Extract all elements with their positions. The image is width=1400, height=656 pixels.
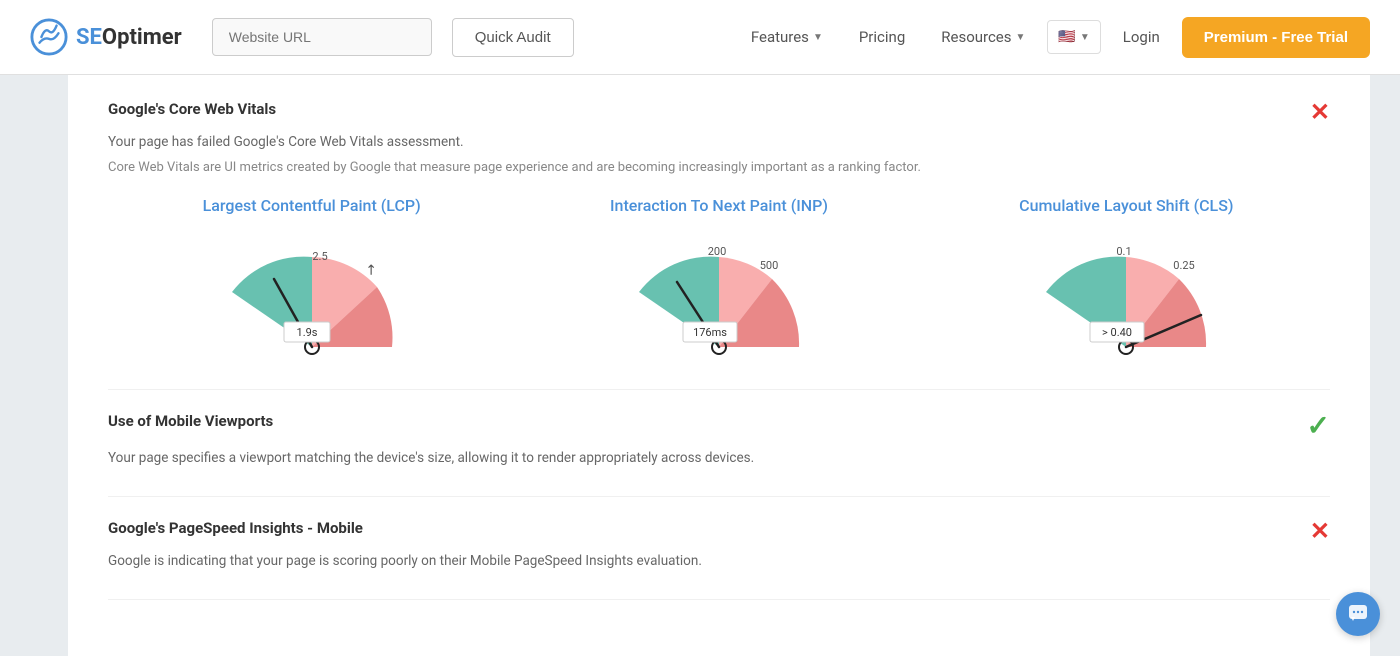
main-content: Google's Core Web Vitals ✕ Your page has… [68,75,1370,656]
core-web-vitals-section: Google's Core Web Vitals ✕ Your page has… [108,100,1330,390]
section-header: Google's Core Web Vitals ✕ [108,100,1330,124]
flag-dropdown-arrow: ▼ [1080,32,1090,43]
gauges-row: Largest Contentful Paint (LCP) 2.5 [108,196,1330,367]
quick-audit-button[interactable]: Quick Audit [452,18,574,57]
inp-title: Interaction To Next Paint (INP) [610,196,828,215]
nav-pricing[interactable]: Pricing [845,20,919,54]
page-layout: Google's Core Web Vitals ✕ Your page has… [0,75,1400,656]
svg-text:0.25: 0.25 [1174,259,1195,272]
lcp-svg: 2.5 1.9s ↗ [202,227,422,367]
cwv-info: Core Web Vitals are UI metrics created b… [108,158,1330,178]
svg-text:1.9s: 1.9s [296,326,317,339]
resources-dropdown-arrow: ▼ [1016,32,1026,43]
svg-text:176ms: 176ms [693,326,727,339]
logo[interactable]: SEOptimer [30,18,182,56]
section-title-mv: Use of Mobile Viewports [108,412,273,430]
mv-status-pass-icon: ✓ [1307,412,1330,440]
cls-gauge: Cumulative Layout Shift (CLS) 0.1 [976,196,1276,367]
mobile-section-header: Use of Mobile Viewports ✓ [108,412,1330,440]
chat-icon [1347,603,1369,625]
ps-status-fail-icon: ✕ [1310,519,1330,543]
pagespeed-section-header: Google's PageSpeed Insights - Mobile ✕ [108,519,1330,543]
cls-gauge-svg-container: 0.1 0.25 > 0.40 [1016,227,1236,367]
section-title-cwv: Google's Core Web Vitals [108,100,276,118]
svg-text:500: 500 [760,259,779,272]
right-sidebar [1370,75,1400,656]
premium-button[interactable]: Premium - Free Trial [1182,17,1370,58]
logo-icon [30,18,68,56]
url-input[interactable] [212,18,432,56]
login-button[interactable]: Login [1109,20,1174,54]
cls-svg: 0.1 0.25 > 0.40 [1016,227,1236,367]
cls-title: Cumulative Layout Shift (CLS) [1019,196,1233,215]
logo-text: SEOptimer [76,25,182,50]
pagespeed-mobile-section: Google's PageSpeed Insights - Mobile ✕ G… [108,519,1330,600]
nav-resources[interactable]: Resources ▼ [927,20,1039,54]
flag-icon: 🇺🇸 [1058,29,1075,45]
left-sidebar [0,75,68,656]
language-selector[interactable]: 🇺🇸 ▼ [1047,20,1100,54]
section-title-ps: Google's PageSpeed Insights - Mobile [108,519,363,537]
mv-description: Your page specifies a viewport matching … [108,448,1330,468]
svg-text:2.5: 2.5 [312,250,327,263]
inp-svg: 200 500 176ms [609,227,829,367]
main-nav: Features ▼ Pricing Resources ▼ 🇺🇸 ▼ Logi… [737,17,1370,58]
header: SEOptimer Quick Audit Features ▼ Pricing… [0,0,1400,75]
svg-text:200: 200 [708,245,727,258]
mobile-viewports-section: Use of Mobile Viewports ✓ Your page spec… [108,412,1330,497]
inp-gauge: Interaction To Next Paint (INP) 200 [569,196,869,367]
lcp-gauge: Largest Contentful Paint (LCP) 2.5 [162,196,462,367]
features-dropdown-arrow: ▼ [813,32,823,43]
cwv-status-fail-icon: ✕ [1310,100,1330,124]
svg-text:0.1: 0.1 [1117,245,1132,258]
ps-description: Google is indicating that your page is s… [108,551,1330,571]
lcp-title: Largest Contentful Paint (LCP) [203,196,421,215]
inp-gauge-svg-container: 200 500 176ms [609,227,829,367]
lcp-gauge-svg-container: 2.5 1.9s ↗ [202,227,422,367]
cwv-description: Your page has failed Google's Core Web V… [108,132,1330,152]
svg-text:> 0.40: > 0.40 [1102,326,1132,339]
nav-features[interactable]: Features ▼ [737,20,837,54]
chat-button[interactable] [1336,592,1380,636]
